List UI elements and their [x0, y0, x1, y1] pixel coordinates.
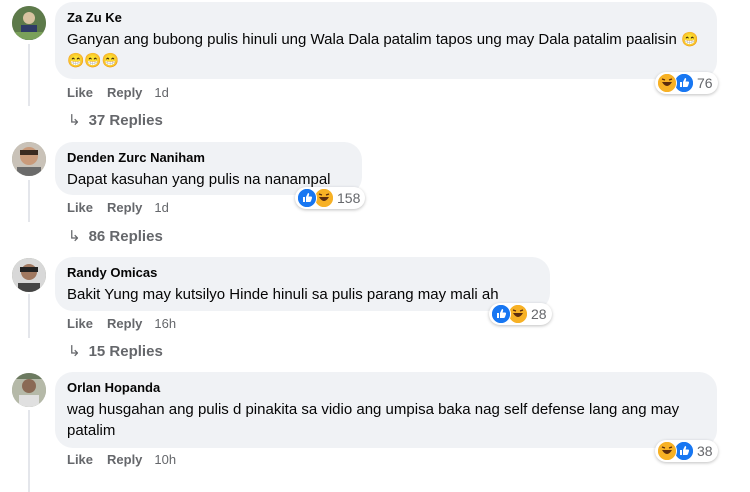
comment-time[interactable]: 10h	[154, 452, 176, 467]
avatar[interactable]	[12, 258, 46, 292]
comment-actions: Like Reply 1d	[67, 200, 183, 215]
comment-actions: Like Reply 10h	[67, 452, 190, 467]
like-reaction-icon	[674, 73, 694, 93]
avatar[interactable]	[12, 373, 46, 407]
comment-text: Ganyan ang bubong pulis hinuli ung Wala …	[67, 29, 705, 71]
comment-text: wag husgahan ang pulis d pinakita sa vid…	[67, 401, 680, 439]
reaction-summary[interactable]: 158	[295, 187, 366, 209]
like-button[interactable]: Like	[67, 85, 93, 100]
angry-reaction-icon	[314, 188, 334, 208]
angry-reaction-icon	[508, 304, 528, 324]
like-button[interactable]: Like	[67, 316, 93, 331]
comment-time[interactable]: 1d	[154, 200, 168, 215]
reaction-count: 158	[337, 190, 361, 206]
view-replies-link[interactable]: ↳ 37 Replies	[68, 111, 163, 129]
like-reaction-icon	[491, 304, 511, 324]
replies-count: 37 Replies	[88, 112, 163, 129]
haha-reaction-icon	[657, 441, 677, 461]
reaction-summary[interactable]: 28	[489, 303, 552, 325]
comment-time[interactable]: 1d	[154, 85, 168, 100]
comment-author[interactable]: Orlan Hopanda	[67, 379, 705, 396]
comment-author[interactable]: Denden Zurc Naniham	[67, 149, 350, 166]
comment-time[interactable]: 16h	[154, 316, 176, 331]
avatar[interactable]	[12, 6, 46, 40]
reaction-count: 38	[697, 443, 713, 459]
comment-text: Bakit Yung may kutsilyo Hinde hinuli sa …	[67, 286, 499, 303]
reply-arrow-icon: ↳	[68, 228, 81, 245]
reaction-count: 28	[531, 306, 547, 322]
like-button[interactable]: Like	[67, 452, 93, 467]
thread-line	[28, 44, 30, 106]
reply-arrow-icon: ↳	[68, 112, 81, 129]
reply-arrow-icon: ↳	[68, 343, 81, 360]
comment-author[interactable]: Randy Omicas	[67, 264, 538, 281]
replies-count: 15 Replies	[88, 343, 163, 360]
replies-count: 86 Replies	[88, 228, 163, 245]
comment-bubble: Orlan Hopanda wag husgahan ang pulis d p…	[55, 372, 717, 448]
thread-line	[28, 410, 30, 492]
comment-actions: Like Reply 16h	[67, 316, 190, 331]
comment-bubble: Randy Omicas Bakit Yung may kutsilyo Hin…	[55, 257, 550, 311]
thread-line	[28, 294, 30, 338]
thread-line	[28, 180, 30, 222]
like-reaction-icon	[674, 441, 694, 461]
reaction-count: 76	[697, 75, 713, 91]
comment-author[interactable]: Za Zu Ke	[67, 9, 705, 26]
view-replies-link[interactable]: ↳ 86 Replies	[68, 227, 163, 245]
haha-reaction-icon	[657, 73, 677, 93]
view-replies-link[interactable]: ↳ 15 Replies	[68, 342, 163, 360]
reply-button[interactable]: Reply	[107, 452, 142, 467]
comment-actions: Like Reply 1d	[67, 85, 183, 100]
reply-button[interactable]: Reply	[107, 85, 142, 100]
like-reaction-icon	[297, 188, 317, 208]
comment-text-body: Ganyan ang bubong pulis hinuli ung Wala …	[67, 31, 677, 48]
reaction-summary[interactable]: 38	[655, 440, 718, 462]
like-button[interactable]: Like	[67, 200, 93, 215]
avatar[interactable]	[12, 142, 46, 176]
reaction-summary[interactable]: 76	[655, 72, 718, 94]
reply-button[interactable]: Reply	[107, 316, 142, 331]
reply-button[interactable]: Reply	[107, 200, 142, 215]
comment-bubble: Za Zu Ke Ganyan ang bubong pulis hinuli …	[55, 2, 717, 79]
